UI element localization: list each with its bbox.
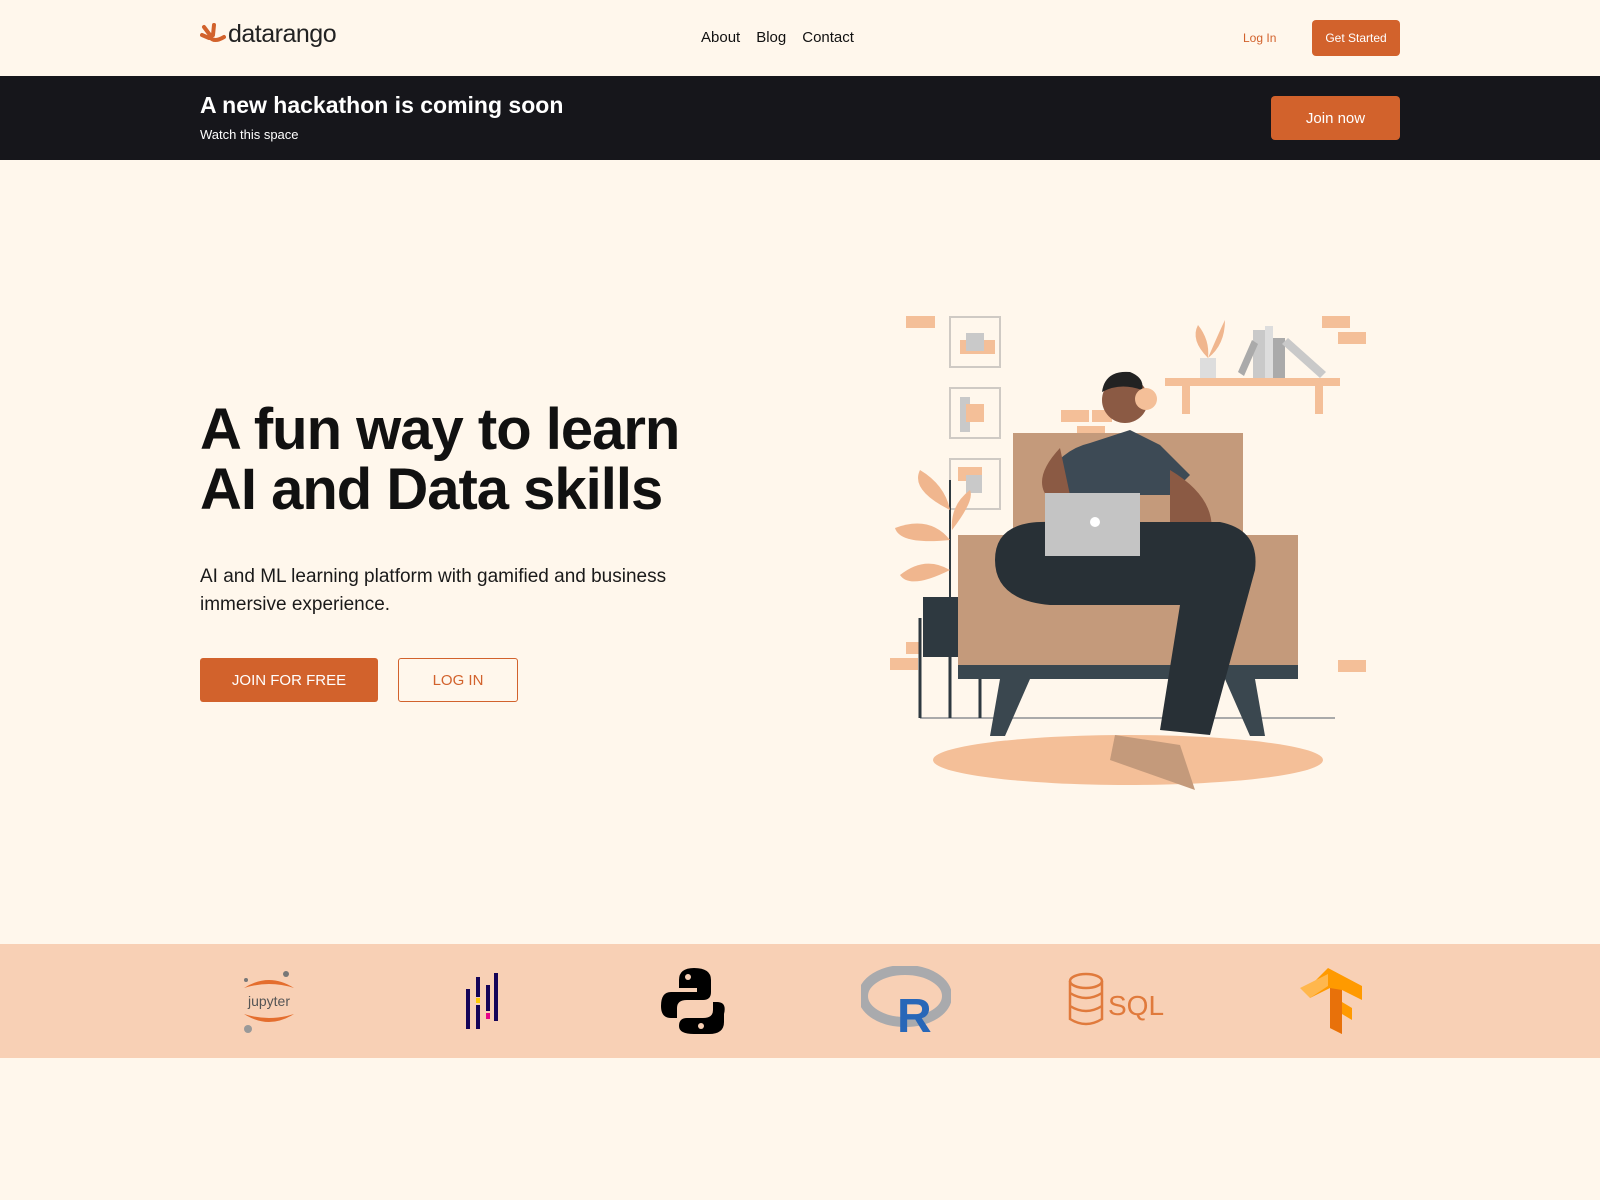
join-now-button[interactable]: Join now [1271, 96, 1400, 140]
banner-title: A new hackathon is coming soon [200, 92, 564, 118]
hero-title-line-2: AI and Data skills [200, 457, 663, 522]
tensorflow-logo [1281, 944, 1381, 1058]
svg-text:jupyter: jupyter [247, 993, 290, 1009]
login-link[interactable]: Log In [1243, 31, 1276, 45]
pandas-logo [432, 944, 532, 1058]
tools-strip: jupyter R SQL [0, 944, 1600, 1058]
python-logo [644, 944, 744, 1058]
hero-title: A fun way to learn AI and Data skills [200, 397, 680, 522]
hero-illustration [890, 316, 1366, 790]
r-logo: R [856, 944, 956, 1058]
jupyter-logo: jupyter [219, 944, 319, 1058]
logo[interactable]: datarango [200, 20, 337, 49]
nav-link-about[interactable]: About [701, 29, 740, 46]
logo-text: datarango [228, 20, 337, 48]
hero-subtitle: AI and ML learning platform with gamifie… [200, 566, 667, 615]
join-for-free-button[interactable]: JOIN FOR FREE [200, 658, 378, 702]
logo-icon [200, 22, 226, 42]
get-started-button[interactable]: Get Started [1312, 20, 1400, 56]
svg-text:R: R [897, 990, 932, 1036]
hero-login-button[interactable]: LOG IN [398, 658, 518, 702]
top-nav: datarango About Blog Contact Log In Get … [0, 0, 1600, 76]
banner-subtitle: Watch this space [200, 127, 299, 142]
sql-logo: SQL [1068, 944, 1168, 1058]
hackathon-banner: A new hackathon is coming soon Watch thi… [0, 76, 1600, 160]
svg-text:SQL: SQL [1108, 990, 1164, 1021]
hero-title-line-1: A fun way to learn [200, 397, 680, 462]
nav-link-contact[interactable]: Contact [802, 29, 854, 46]
nav-link-blog[interactable]: Blog [756, 29, 786, 46]
